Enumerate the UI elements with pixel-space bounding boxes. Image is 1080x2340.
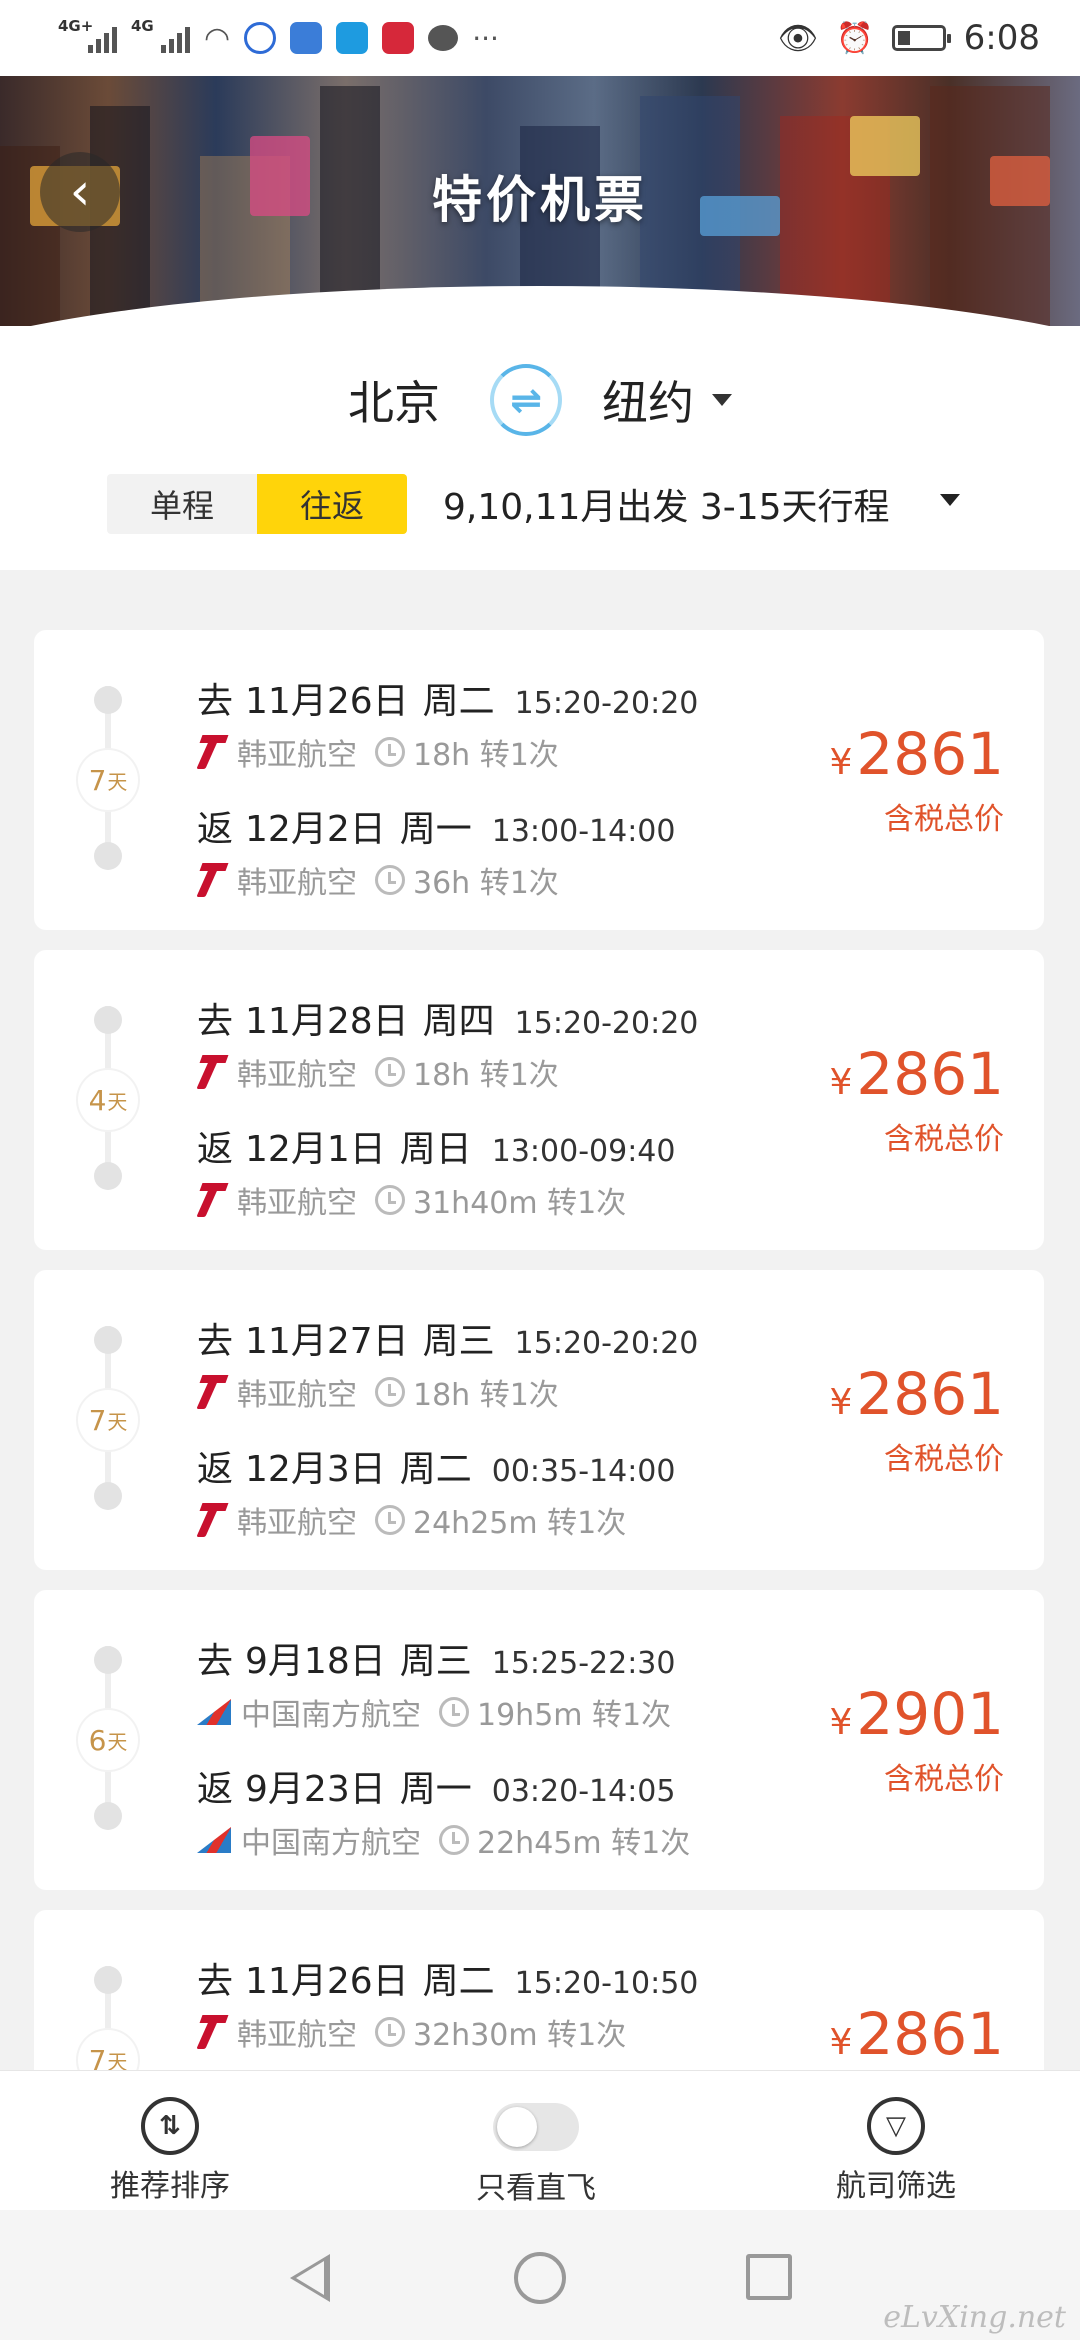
clock-icon	[375, 1185, 405, 1215]
status-time: 6:08	[963, 18, 1040, 58]
toggle-switch[interactable]	[493, 2103, 579, 2151]
clock-icon	[375, 737, 405, 767]
trip-days-badge: 7天	[78, 750, 138, 810]
baidu-app-icon	[244, 22, 277, 54]
clock-icon	[375, 1057, 405, 1087]
bottom-action-bar: ⇅ 推荐排序 只看直飞 ▽ 航司筛选	[0, 2070, 1080, 2210]
trip-days-badge: 7天	[78, 1390, 138, 1450]
trip-type-toggle: 单程 往返	[107, 474, 407, 534]
asiana-logo-icon	[197, 735, 227, 769]
signal-icon: 4G+	[58, 17, 117, 53]
route-panel: 北京 ⇌ 纽约 单程 往返 9,10,11月出发 3-15天行程	[0, 326, 1080, 570]
china-southern-logo-icon	[197, 1699, 231, 1725]
chevron-down-icon[interactable]	[712, 394, 732, 406]
asiana-logo-icon	[197, 1503, 227, 1537]
outbound-leg: 去 11月26日 周二 15:20-20:20 韩亚航空 18h 转1次	[197, 681, 699, 773]
return-leg: 返 12月3日 周二 00:35-14:00 韩亚航空 24h25m 转1次	[197, 1449, 676, 1541]
chat-icon	[428, 25, 459, 51]
direct-only-toggle[interactable]: 只看直飞	[476, 2097, 596, 2207]
destination-city[interactable]: 纽约	[602, 367, 694, 433]
round-trip-tab[interactable]: 往返	[257, 474, 407, 534]
battery-icon	[891, 25, 951, 51]
price-block: ¥2861	[829, 2000, 1004, 2068]
price-block: ¥2861 含税总价	[829, 1040, 1004, 1157]
watermark: eLvXing.net	[883, 2300, 1066, 2335]
sort-icon: ⇅	[141, 2097, 199, 2155]
sort-button[interactable]: ⇅ 推荐排序	[110, 2097, 230, 2205]
flight-card[interactable]: 4天 去 11月28日 周四 15:20-20:20 韩亚航空 18h 转1次 返 12月…	[34, 950, 1044, 1250]
flight-card[interactable]: 7天 去 11月27日 周三 15:20-20:20 韩亚航空 18h 转1次 返 12月…	[34, 1270, 1044, 1570]
signal-icon: 4G	[131, 17, 190, 53]
return-leg: 返 12月2日 周一 13:00-14:00 韩亚航空 36h 转1次	[197, 809, 676, 901]
trip-days-badge: 6天	[78, 1710, 138, 1770]
airline-filter-button[interactable]: ▽ 航司筛选	[836, 2097, 956, 2205]
outbound-leg: 去 9月18日 周三 15:25-22:30 中国南方航空 19h5m 转1次	[197, 1641, 676, 1733]
page-title: 特价机票	[432, 171, 648, 229]
chevron-down-icon[interactable]	[940, 494, 960, 506]
outbound-leg: 去 11月27日 周三 15:20-20:20 韩亚航空 18h 转1次	[197, 1321, 699, 1413]
asiana-logo-icon	[197, 1055, 227, 1089]
nav-recent-icon[interactable]	[746, 2254, 792, 2300]
one-way-tab[interactable]: 单程	[107, 474, 257, 534]
trip-days-badge: 4天	[78, 1070, 138, 1130]
clock-icon	[375, 1377, 405, 1407]
huawei-app-icon	[382, 22, 415, 54]
app-icon	[290, 22, 323, 54]
wifi-icon: ◠	[204, 20, 231, 56]
return-leg: 返 12月1日 周日 13:00-09:40 韩亚航空 31h40m 转1次	[197, 1129, 676, 1221]
china-southern-logo-icon	[197, 1827, 231, 1853]
eye-icon: 👁	[777, 19, 819, 57]
clock-icon	[375, 2017, 405, 2047]
app-icon	[336, 22, 369, 54]
flight-card[interactable]: 6天 去 9月18日 周三 15:25-22:30 中国南方航空 19h5m 转1次 返…	[34, 1590, 1044, 1890]
nav-back-icon[interactable]	[290, 2254, 330, 2302]
swap-icon[interactable]: ⇌	[490, 364, 562, 436]
alarm-icon: ⏰	[836, 20, 874, 56]
date-range-filter[interactable]: 9,10,11月出发 3-15天行程	[443, 478, 890, 530]
clock-icon	[439, 1697, 469, 1727]
asiana-logo-icon	[197, 863, 227, 897]
outbound-leg: 去 11月26日 周二 15:20-10:50 韩亚航空 32h30m 转1次	[197, 1961, 699, 2053]
origin-city[interactable]: 北京	[348, 367, 440, 433]
price-block: ¥2861 含税总价	[829, 1360, 1004, 1477]
clock-icon	[375, 1505, 405, 1535]
nav-home-icon[interactable]	[514, 2252, 566, 2304]
status-bar: 4G+ 4G ◠ ··· 👁 ⏰ 6:08	[0, 0, 1080, 76]
more-icon: ···	[472, 21, 499, 55]
flight-card[interactable]: 7天 去 11月26日 周二 15:20-20:20 韩亚航空 18h 转1次 返 12月…	[34, 630, 1044, 930]
price-block: ¥2861 含税总价	[829, 720, 1004, 837]
asiana-logo-icon	[197, 1375, 227, 1409]
clock-icon	[439, 1825, 469, 1855]
return-leg: 返 9月23日 周一 03:20-14:05 中国南方航空 22h45m 转1次	[197, 1769, 691, 1861]
filter-icon: ▽	[867, 2097, 925, 2155]
asiana-logo-icon	[197, 1183, 227, 1217]
price-block: ¥2901 含税总价	[829, 1680, 1004, 1797]
clock-icon	[375, 865, 405, 895]
asiana-logo-icon	[197, 2015, 227, 2049]
outbound-leg: 去 11月28日 周四 15:20-20:20 韩亚航空 18h 转1次	[197, 1001, 699, 1093]
